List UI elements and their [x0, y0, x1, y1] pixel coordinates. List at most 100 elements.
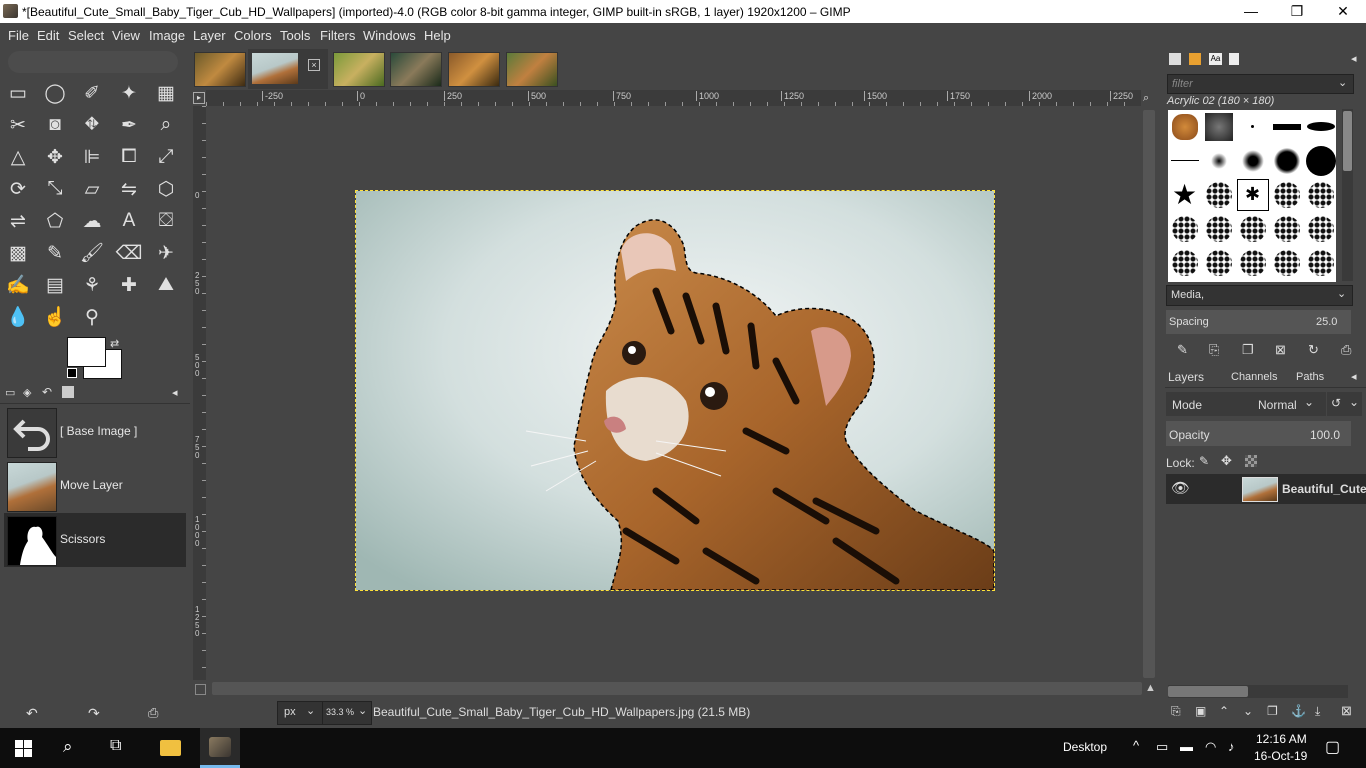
brush-squirrel[interactable] — [1168, 110, 1201, 143]
image-tab-thumbnail[interactable] — [194, 52, 246, 87]
menu-tools[interactable]: Tools — [280, 28, 310, 43]
paths-icon[interactable]: ⛖ — [77, 110, 107, 140]
smudge-warp-icon[interactable]: ☁ — [77, 206, 107, 236]
menu-filters[interactable]: Filters — [320, 28, 355, 43]
menu-colors[interactable]: Colors — [234, 28, 272, 43]
brush-ellipse[interactable] — [1304, 110, 1337, 143]
default-colors-icon[interactable] — [67, 368, 77, 378]
menu-view[interactable]: View — [112, 28, 140, 43]
layers-hscroll-thumb[interactable] — [1168, 686, 1248, 697]
lock-pixels-icon[interactable]: ✎ — [1199, 454, 1209, 468]
network-icon[interactable]: ▭ — [1156, 739, 1168, 755]
dock-menu-icon[interactable]: ◂ — [1351, 52, 1357, 65]
merge-layer-icon[interactable]: ⤓ — [1315, 704, 1320, 719]
unified-transform-icon[interactable]: ⤢ — [151, 142, 181, 172]
delete-layer-icon[interactable]: ⊠ — [1341, 703, 1352, 719]
clock-time[interactable]: 12:16 AM — [1256, 732, 1307, 746]
eraser-icon[interactable]: ⌫ — [114, 238, 144, 268]
device-status-tab-icon[interactable]: ◈ — [23, 386, 31, 399]
brush-splatter[interactable] — [1202, 178, 1235, 211]
warp-icon[interactable]: ⇌ — [3, 206, 33, 236]
brush-bar[interactable] — [1270, 110, 1303, 143]
menu-windows[interactable]: Windows — [363, 28, 416, 43]
brush-rough3[interactable] — [1270, 246, 1303, 279]
paintbrush-icon[interactable]: 🖌 — [77, 238, 107, 268]
brush-acrylic[interactable]: ✱ — [1236, 178, 1269, 211]
menu-select[interactable]: Select — [68, 28, 104, 43]
edit-brush-icon[interactable]: ✎ — [1177, 342, 1188, 358]
foreground-select-icon[interactable]: ◙ — [40, 110, 70, 140]
redo-icon[interactable]: ↷ — [88, 705, 100, 722]
undo-item-move-layer[interactable]: Move Layer — [4, 459, 186, 513]
clone-icon[interactable]: ⚘ — [77, 270, 107, 300]
horizontal-scrollbar[interactable] — [212, 682, 1142, 695]
undo-icon[interactable]: ↶ — [26, 705, 38, 722]
vertical-scrollbar[interactable] — [1143, 110, 1155, 678]
zoom-selector[interactable]: 33.3 % ⌄ — [322, 701, 372, 725]
wifi-icon[interactable]: ◠ — [1205, 739, 1216, 755]
images-tab-icon[interactable] — [62, 386, 74, 398]
undo-item-scissors[interactable]: Scissors — [4, 513, 186, 567]
image-canvas[interactable] — [355, 190, 995, 591]
brush-rough4[interactable] — [1304, 246, 1337, 279]
ink-icon[interactable]: ✍ — [3, 270, 33, 300]
brush-dots4[interactable] — [1304, 212, 1337, 245]
dodge-burn-icon[interactable]: ⚲ — [77, 302, 107, 332]
image-tab-thumbnail[interactable] — [506, 52, 558, 87]
align-icon[interactable]: ⊫ — [77, 142, 107, 172]
layer-name[interactable]: Beautiful_Cute — [1282, 482, 1366, 496]
layer-row[interactable]: 👁 Beautiful_Cute — [1166, 474, 1366, 504]
clock-date[interactable]: 16-Oct-19 — [1254, 749, 1307, 763]
menu-edit[interactable]: Edit — [37, 28, 59, 43]
new-layer-icon[interactable]: ⎘ — [1171, 704, 1181, 719]
dock-menu-icon[interactable]: ◂ — [1351, 370, 1357, 383]
brushes-tab-icon[interactable] — [1169, 53, 1181, 65]
bucket-fill-icon[interactable]: ⛋ — [151, 206, 181, 236]
brush-splatter2[interactable] — [1270, 178, 1303, 211]
brush-scratch[interactable] — [1168, 212, 1201, 245]
menu-image[interactable]: Image — [149, 28, 185, 43]
composite-mode-selector[interactable]: ↺ ⌄ — [1327, 392, 1362, 416]
shear-icon[interactable]: ▱ — [77, 174, 107, 204]
undo-history-tab-icon[interactable]: ↶ — [42, 385, 52, 399]
text-icon[interactable]: A — [114, 206, 144, 236]
image-tab-thumbnail[interactable] — [448, 52, 500, 87]
unit-selector[interactable]: px ⌄ — [277, 701, 323, 725]
spacing-slider[interactable]: Spacing 25.0 — [1166, 310, 1351, 334]
pencil-icon[interactable]: ✎ — [40, 238, 70, 268]
desktop-toolbar-label[interactable]: Desktop — [1063, 740, 1107, 754]
image-tab-thumbnail[interactable] — [390, 52, 442, 87]
crop-icon[interactable]: ⧠ — [114, 142, 144, 172]
airbrush-icon[interactable]: ✈ — [151, 238, 181, 268]
canvas-corner-icon[interactable]: ▲ — [1145, 682, 1156, 694]
free-select-icon[interactable]: ✐ — [77, 78, 107, 108]
select-by-color-icon[interactable]: ▦ — [151, 78, 181, 108]
brush-blur-small[interactable] — [1202, 144, 1235, 177]
brush-texture[interactable] — [1202, 110, 1235, 143]
cage-transform-icon[interactable]: ⬠ — [40, 206, 70, 236]
rect-select-icon[interactable]: ▭ — [3, 78, 33, 108]
image-tab-active[interactable]: × — [248, 49, 328, 89]
lock-position-icon[interactable]: ✥ — [1221, 453, 1232, 469]
minimize-button[interactable]: — — [1228, 0, 1274, 23]
show-hidden-icons-icon[interactable]: ^ — [1133, 738, 1139, 753]
brush-rough2[interactable] — [1236, 246, 1269, 279]
dock-menu-icon[interactable]: ◂ — [172, 386, 178, 399]
menu-help[interactable]: Help — [424, 28, 451, 43]
opacity-slider[interactable]: Opacity 100.0 — [1166, 421, 1351, 446]
brush-circle-black[interactable] — [1304, 144, 1337, 177]
close-button[interactable]: ✕ — [1320, 0, 1366, 23]
new-layer-group-icon[interactable]: ▣ — [1195, 704, 1206, 718]
battery-icon[interactable]: ▬ — [1180, 739, 1193, 754]
patterns-tab-icon[interactable] — [1189, 53, 1201, 65]
brush-net[interactable] — [1202, 246, 1235, 279]
brush-scrollbar-thumb[interactable] — [1343, 111, 1352, 171]
brush-dot-small[interactable] — [1236, 110, 1269, 143]
brush-splatter3[interactable] — [1304, 178, 1337, 211]
image-tab-thumbnail[interactable] — [333, 52, 385, 87]
quick-mask-toggle-icon[interactable]: ▸ — [193, 92, 205, 104]
tab-paths[interactable]: Paths — [1296, 371, 1324, 383]
windows-start-icon[interactable] — [15, 740, 32, 757]
brush-blur-large[interactable] — [1270, 144, 1303, 177]
brush-dots3[interactable] — [1270, 212, 1303, 245]
